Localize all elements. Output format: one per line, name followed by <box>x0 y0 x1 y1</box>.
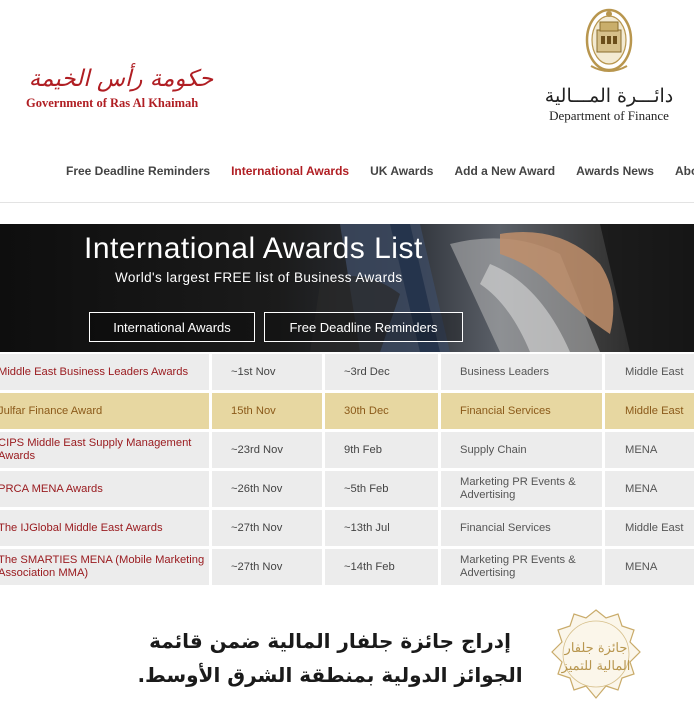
main-navigation: Free Deadline Reminders International Aw… <box>66 164 694 178</box>
award-region: MENA <box>605 549 694 588</box>
rak-logo-english: Government of Ras Al Khaimah <box>26 96 199 110</box>
arabic-caption: إدراج جائزة جلفار المالية ضمن قائمة الجو… <box>137 629 523 687</box>
awards-table: Middle East Business Leaders Awards ~1st… <box>0 354 694 588</box>
open-date: ~26th Nov <box>212 471 325 510</box>
open-date: 15th Nov <box>212 393 325 432</box>
award-category: Marketing PR Events & Advertising <box>441 471 605 510</box>
nav-about[interactable]: About <box>675 164 694 178</box>
nav-uk-awards[interactable]: UK Awards <box>370 164 433 178</box>
rak-government-logo[interactable]: حكومة رأس الخيمة Government of Ras Al Kh… <box>26 66 216 111</box>
deadline-date: 30th Dec <box>325 393 441 432</box>
dof-logo-english: Department of Finance <box>549 108 669 123</box>
table-row: Julfar Finance Award 15th Nov 30th Dec F… <box>0 393 694 432</box>
open-date: ~1st Nov <box>212 354 325 393</box>
dof-logo-arabic: دائـــرة المـــالية <box>544 85 674 107</box>
award-region: Middle East <box>605 354 694 393</box>
nav-awards-news[interactable]: Awards News <box>576 164 654 178</box>
award-region: Middle East <box>605 510 694 549</box>
award-name-link[interactable]: Julfar Finance Award <box>0 393 212 432</box>
deadline-date: ~13th Jul <box>325 510 441 549</box>
julfar-award-calligraphy-seal-icon: جائزة جلفار المالية للتميز <box>551 609 641 699</box>
award-name-link[interactable]: The SMARTIES MENA (Mobile Marketing Asso… <box>0 549 212 588</box>
nav-divider <box>0 202 694 203</box>
table-row: Middle East Business Leaders Awards ~1st… <box>0 354 694 393</box>
department-of-finance-logo[interactable]: دائـــرة المـــالية Department of Financ… <box>534 6 684 124</box>
award-category: Financial Services <box>441 393 605 432</box>
award-region: MENA <box>605 471 694 510</box>
nav-international-awards[interactable]: International Awards <box>231 164 349 178</box>
award-name-link[interactable]: The IJGlobal Middle East Awards <box>0 510 212 549</box>
deadline-date: ~3rd Dec <box>325 354 441 393</box>
table-row: The IJGlobal Middle East Awards ~27th No… <box>0 510 694 549</box>
deadline-date: ~5th Feb <box>325 471 441 510</box>
award-category: Business Leaders <box>441 354 605 393</box>
nav-free-deadline-reminders[interactable]: Free Deadline Reminders <box>66 164 210 178</box>
award-name-link[interactable]: CIPS Middle East Supply Management Award… <box>0 432 212 471</box>
open-date: ~27th Nov <box>212 510 325 549</box>
banner-title: International Awards List <box>84 232 423 265</box>
hero-banner: International Awards List World's larges… <box>0 224 694 352</box>
rak-logo-arabic: حكومة رأس الخيمة <box>28 66 214 92</box>
award-region: Middle East <box>605 393 694 432</box>
deadline-date: ~14th Feb <box>325 549 441 588</box>
international-awards-button[interactable]: International Awards <box>89 312 255 342</box>
award-category: Supply Chain <box>441 432 605 471</box>
award-region: MENA <box>605 432 694 471</box>
table-row: PRCA MENA Awards ~26th Nov ~5th Feb Mark… <box>0 471 694 510</box>
open-date: ~23rd Nov <box>212 432 325 471</box>
deadline-date: 9th Feb <box>325 432 441 471</box>
award-name-link[interactable]: Middle East Business Leaders Awards <box>0 354 212 393</box>
table-row: The SMARTIES MENA (Mobile Marketing Asso… <box>0 549 694 588</box>
award-category: Marketing PR Events & Advertising <box>441 549 605 588</box>
finance-emblem-icon <box>585 8 633 72</box>
award-category: Financial Services <box>441 510 605 549</box>
nav-add-new-award[interactable]: Add a New Award <box>454 164 555 178</box>
award-name-link[interactable]: PRCA MENA Awards <box>0 471 212 510</box>
open-date: ~27th Nov <box>212 549 325 588</box>
table-row: CIPS Middle East Supply Management Award… <box>0 432 694 471</box>
site-header: حكومة رأس الخيمة Government of Ras Al Kh… <box>0 0 694 205</box>
banner-subtitle: World's largest FREE list of Business Aw… <box>115 270 403 285</box>
free-deadline-reminders-button[interactable]: Free Deadline Reminders <box>264 312 463 342</box>
